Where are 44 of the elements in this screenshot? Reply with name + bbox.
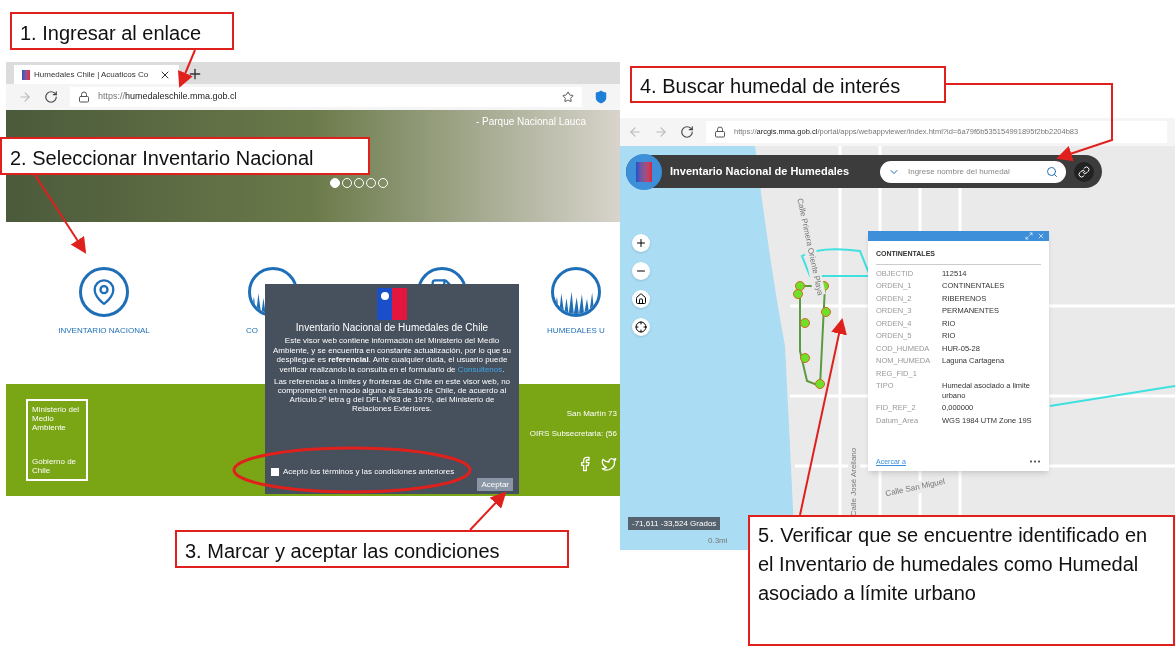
checkbox-label: Acepto los términos y las condiciones anteriores: [283, 466, 455, 478]
modal-note: Las referencias a límites y fronteras de Chile en este visor web, no comprometen en modo alguno al Estado de Chile, de acuerdo al Artículo 2º letra g del DFL Nº83 de 1979, del Ministerio de Relaciones Exteriores.: [272, 377, 512, 413]
reload-icon[interactable]: [680, 125, 694, 139]
more-icon[interactable]: [1029, 460, 1041, 464]
callout-box: 2. Seleccionar Inventario Nacional: [0, 137, 370, 175]
modal-paragraph: Este visor web contiene información del Ministerio del Medio Ambiente, y se encuentra en constante actualización, por lo que su despliegue es referencial. Ante cualquier duda, el usuario puede verificar realizando la consulta en el formulario de Consultenos.: [272, 336, 512, 374]
twitter-icon[interactable]: [601, 456, 617, 472]
government-logo-icon: [377, 288, 407, 320]
shield-icon[interactable]: [594, 90, 608, 104]
coordinates-bar: -71,611 -33,524 Grados: [628, 517, 721, 530]
plus-icon: [635, 237, 647, 249]
lock-icon: [78, 91, 90, 103]
checkbox[interactable]: [271, 468, 279, 476]
callout-box: 4. Buscar humedal de interés: [630, 66, 946, 103]
address-bar[interactable]: https://humedaleschile.mma.gob.cl: [70, 87, 582, 107]
link-icon: [1078, 165, 1090, 178]
flag-icon: [22, 69, 30, 80]
search-input[interactable]: Ingrese nombre del humedal: [908, 165, 1038, 178]
section-link[interactable]: INVENTARIO NACIONAL: [58, 325, 150, 337]
lock-icon: [714, 126, 726, 138]
photo-caption: - Parque Nacional Lauca: [475, 115, 586, 129]
arrow: [469, 491, 507, 531]
link-button[interactable]: [1074, 161, 1094, 182]
reload-icon[interactable]: [44, 90, 58, 104]
oirs-text: OIRS Subsecretaria: (56: [529, 428, 617, 440]
favorite-icon[interactable]: [562, 91, 574, 103]
app-title: Inventario Nacional de Humedales: [670, 164, 850, 180]
callout-box: 3. Marcar y aceptar las condiciones: [175, 530, 569, 568]
arrow: [178, 49, 196, 88]
home-icon: [635, 293, 647, 305]
new-tab-icon[interactable]: [187, 66, 203, 82]
section-link[interactable]: HUMEDALES U: [547, 325, 605, 337]
locate-icon: [635, 321, 647, 333]
ministry-name: Ministerio del Medio Ambiente: [32, 405, 81, 432]
search-field[interactable]: Ingrese nombre del humedal: [880, 160, 1066, 183]
modal-title: Inventario Nacional de Humedales de Chile: [295, 322, 489, 334]
government-name: Gobierno de Chile: [32, 457, 78, 475]
callout-box: 1. Ingresar al enlace: [10, 12, 234, 50]
callout-box: 5. Verificar que se encuentre identificado en el Inventario de humedales como Humedal asociado a límite urbano: [748, 515, 1175, 646]
maximize-icon[interactable]: [1025, 232, 1033, 240]
section-link[interactable]: CO: [246, 325, 258, 337]
address-text: San Martín 73: [566, 408, 617, 420]
browser-tab[interactable]: Humedales Chile | Acuaticos Co: [14, 65, 179, 84]
search-icon[interactable]: [1046, 165, 1058, 178]
